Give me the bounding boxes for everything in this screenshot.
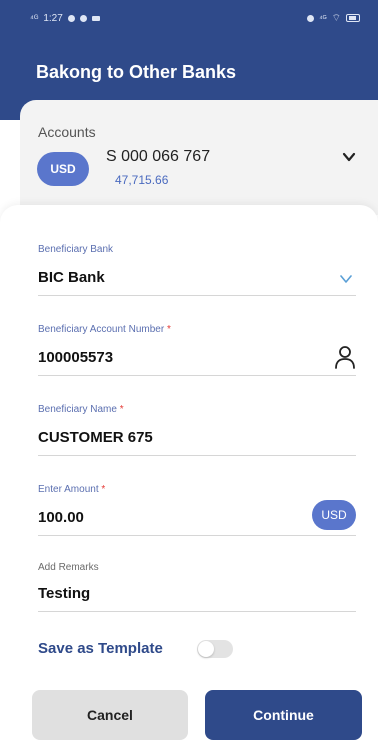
status-time: 1:27 [43,12,63,24]
remarks-value[interactable]: Testing [38,585,356,602]
beneficiary-account-value[interactable]: 100005573 [38,349,356,366]
network-icon: ⁴ᴳ [319,13,327,23]
chevron-down-icon[interactable] [340,274,352,284]
required-marker: * [119,404,124,415]
beneficiary-account-field[interactable]: Beneficiary Account Number * 100005573 [38,324,356,376]
status-left: ⁴ᴳ 1:27 [30,13,100,24]
amount-currency-badge: USD [312,500,356,530]
field-divider [38,611,356,612]
beneficiary-name-value[interactable]: CUSTOMER 675 [38,429,356,446]
account-selector[interactable]: Accounts USD S 000 066 767 47,715.66 [20,100,378,215]
remarks-field[interactable]: Add Remarks Testing [38,562,356,612]
alarm-icon [307,14,315,22]
remarks-label: Add Remarks [38,562,99,573]
wifi-icon: ⌔ [331,12,341,24]
beneficiary-name-field[interactable]: Beneficiary Name * CUSTOMER 675 [38,404,356,456]
required-marker: * [101,484,106,495]
field-divider [38,295,356,296]
amount-label-text: Enter Amount [38,484,99,495]
beneficiary-bank-label: Beneficiary Bank [38,244,114,255]
notification-dot-icon [67,14,75,22]
status-bar: ⁴ᴳ 1:27 ⁴ᴳ ⌔ [30,10,360,26]
required-marker: * [166,324,171,335]
amount-field[interactable]: Enter Amount * 100.00 USD [38,484,356,536]
save-template-label: Save as Template [38,640,163,657]
field-divider [38,455,356,456]
accounts-label: Accounts [38,124,96,140]
beneficiary-name-label: Beneficiary Name * [38,404,356,415]
message-icon [91,15,100,21]
contact-picker-icon[interactable] [334,344,356,370]
beneficiary-bank-value: BIC Bank [38,269,105,286]
battery-icon [346,14,360,22]
continue-button[interactable]: Continue [205,690,362,740]
beneficiary-account-label-text: Beneficiary Account Number [38,324,165,335]
cancel-button[interactable]: Cancel [32,690,188,740]
chevron-down-icon[interactable] [342,150,356,164]
amount-value[interactable]: 100.00 [38,509,356,526]
account-currency-badge: USD [37,152,89,186]
account-number: S 000 066 767 [106,148,211,165]
beneficiary-name-label-text: Beneficiary Name [38,404,117,415]
status-right: ⁴ᴳ ⌔ [307,12,360,25]
amount-label: Enter Amount * [38,484,356,495]
field-divider [38,535,356,536]
beneficiary-bank-field[interactable]: Beneficiary Bank BIC Bank [38,244,356,296]
page-title: Bakong to Other Banks [36,62,237,82]
field-divider [38,375,356,376]
toggle-knob [198,641,214,657]
notification-dot-icon [79,14,87,22]
account-balance: 47,715.66 [115,173,169,187]
beneficiary-account-label: Beneficiary Account Number * [38,324,356,335]
signal-icon: ⁴ᴳ [30,13,39,23]
save-template-toggle[interactable] [197,640,233,658]
